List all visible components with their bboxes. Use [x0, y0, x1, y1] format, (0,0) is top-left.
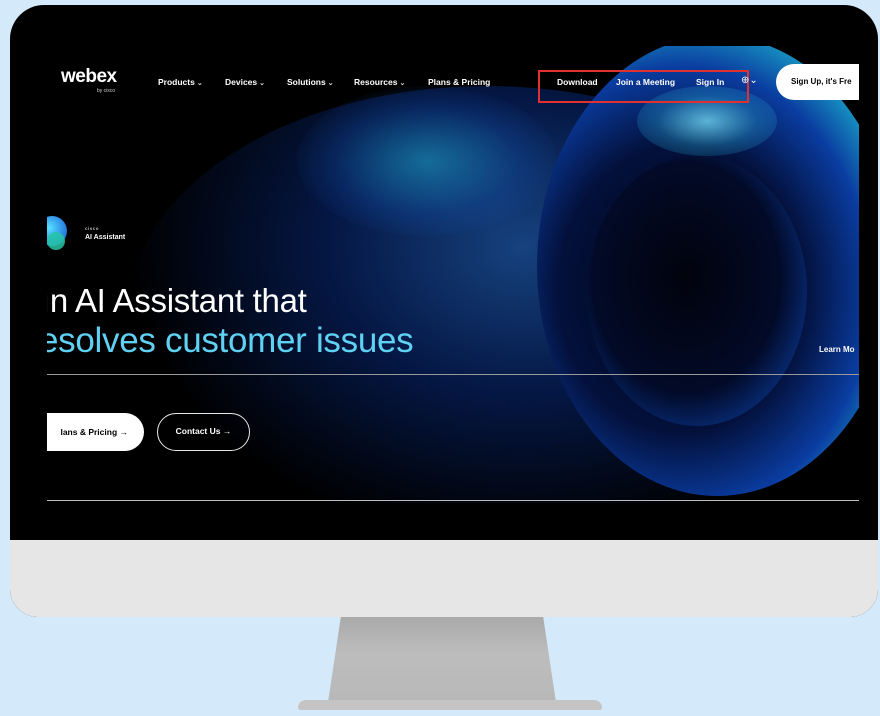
nav-item-solutions[interactable]: Solutions ⌄ [287, 77, 334, 87]
background-arc [297, 86, 557, 236]
monitor-stand-neck [327, 617, 557, 709]
sign-up-button[interactable]: Sign Up, it's Fre [776, 64, 859, 100]
logo-by-cisco: by cisco [97, 88, 116, 94]
chevron-down-icon: ⌄ [259, 80, 266, 87]
annotation-highlight-box [538, 70, 749, 103]
contact-us-button[interactable]: Contact Us → [157, 413, 250, 451]
hero-subtitle: esolves customer issues [47, 321, 414, 360]
nav-item-resources[interactable]: Resources ⌄ [354, 77, 405, 87]
nav-item-devices[interactable]: Devices ⌄ [225, 77, 265, 87]
hero-title: ın AI Assistant that [47, 282, 307, 319]
monitor-chin [10, 540, 878, 617]
nav-item-plans-pricing[interactable]: Plans & Pricing [428, 77, 490, 87]
ai-badge-label: AI Assistant [85, 234, 126, 241]
nav-item-label: Devices [225, 77, 258, 87]
plans-pricing-button[interactable]: lans & Pricing → [47, 413, 144, 451]
monitor-stand-base [298, 700, 602, 710]
nav-item-label: Products [158, 77, 195, 87]
nav-item-label: Solutions [287, 77, 326, 87]
hero-divider-top [47, 374, 859, 375]
background-lens-inner [587, 156, 807, 426]
nav-item-label: Plans & Pricing [428, 77, 491, 87]
nav-item-products[interactable]: Products ⌄ [158, 77, 203, 87]
chevron-down-icon: ⌄ [399, 80, 406, 87]
webex-logo[interactable]: webex by cisco [57, 66, 127, 96]
monitor-bezel: webex by cisco Products ⌄ Devices ⌄ Soluti… [10, 5, 878, 617]
nav-item-label: Resources [354, 77, 398, 87]
logo-wordmark: webex [61, 66, 117, 87]
webex-homepage-screen: webex by cisco Products ⌄ Devices ⌄ Soluti… [47, 46, 859, 503]
ai-logo-teal-shape [47, 232, 65, 250]
ai-assistant-logo-icon [47, 214, 73, 254]
hero-divider-bottom [47, 500, 859, 501]
chevron-down-icon: ⌄ [327, 80, 334, 87]
learn-more-link[interactable]: Learn Mo [819, 345, 855, 354]
ai-badge-brand: cisco [85, 226, 100, 231]
chevron-down-icon: ⌄ [196, 80, 203, 87]
globe-icon[interactable]: ⊕⌄ [741, 75, 758, 86]
